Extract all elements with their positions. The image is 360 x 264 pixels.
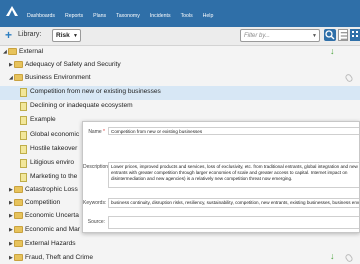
nav-dashboards[interactable]: Dashboards [27,13,55,19]
tree-row-label: Business Environment [25,74,91,81]
library-toolbar: + Library: Risk ▼ Filter by... ▼ [0,27,360,46]
arrow-down-icon[interactable]: ↓ [330,251,335,261]
filter-dropdown-icon[interactable]: ▼ [312,33,317,39]
tree-row-label: Adequacy of Safety and Security [25,61,121,68]
tree-row[interactable]: ▶ External Hazards [0,238,360,251]
tree-row[interactable]: Declining or inadequate ecosystem [0,100,360,113]
filter-placeholder: Filter by... [244,33,270,39]
tree-row[interactable]: ◢ External [0,46,360,59]
tree-row-label: Fraud, Theft and Crime [25,254,94,261]
folder-icon [14,226,23,233]
tree-row-label: Catastrophic Loss [25,186,78,193]
folder-icon [14,61,23,68]
tree-row-label: Competition from new or existing busines… [30,88,161,95]
name-field-label: Name * [88,129,105,135]
document-icon [20,116,27,125]
nav-tools[interactable]: Tools [181,13,193,19]
top-nav-bar: Dashboards Reports Plans Taxonomy Incide… [0,0,360,27]
nav-taxonomy[interactable]: Taxonomy [116,13,140,19]
library-select[interactable]: Risk ▼ [52,29,81,42]
tree-row-label: Economic and Mar [25,226,80,233]
arrow-down-icon[interactable]: ↓ [330,46,335,56]
library-select-value: Risk [56,32,70,39]
tree-row-label: Hostile takeover [30,145,78,152]
tree-row-label: External Hazards [25,240,76,247]
folder-icon [8,48,17,55]
expand-icon [340,32,348,40]
tree-row-label: External [19,48,44,55]
filter-input[interactable]: Filter by... ▼ [240,29,320,42]
nav-reports[interactable]: Reports [65,13,83,19]
grid-icon [352,31,358,37]
tree-row-label: Declining or inadequate ecosystem [30,102,133,109]
search-icon [325,30,335,40]
search-button[interactable] [324,29,336,41]
tree-row-label: Litigious enviro [30,159,74,166]
main-menu: Dashboards Reports Plans Taxonomy Incide… [27,13,213,19]
description-field-label: Description: [83,164,110,170]
tree-row-label: Marketing to the [30,173,78,180]
folder-icon [14,199,23,206]
tree-row-label: Example [30,116,56,123]
folder-icon [14,212,23,219]
tree-row-label: Economic Uncerta [25,212,79,219]
add-button[interactable]: + [3,29,14,41]
document-icon [20,102,27,111]
folder-icon [14,186,23,193]
folder-icon [14,254,23,261]
tree-row-label: Competition [25,199,61,206]
nav-incidents[interactable]: Incidents [150,13,171,19]
document-icon [20,88,27,97]
source-field[interactable] [108,216,359,229]
document-icon [20,173,27,182]
nav-help[interactable]: Help [203,13,214,19]
tree-row-label: Global economic [30,131,80,138]
document-icon [20,159,27,168]
tree-row[interactable]: ▶ Fraud, Theft and Crime [0,252,360,264]
name-field[interactable]: Competition from new or existing busines… [108,127,359,135]
chevron-down-icon: ▼ [73,33,78,39]
tree-row[interactable]: ◢ Business Environment [0,72,360,85]
expand-all-button[interactable] [338,29,348,41]
app-logo-icon[interactable] [6,6,18,16]
tree-row[interactable]: ▶ Adequacy of Safety and Security [0,59,360,72]
tree-row-selected[interactable]: Competition from new or existing busines… [0,86,360,100]
risk-detail-panel: Name * Competition from new or existing … [82,121,360,233]
grid-view-button[interactable] [350,29,360,41]
source-field-label: Source: [87,219,105,225]
folder-icon [14,74,23,81]
description-field[interactable]: Lower prices, improved products and serv… [108,162,359,188]
keywords-field[interactable]: business continuity, disruption risks, r… [108,198,359,208]
document-icon [20,145,27,154]
nav-plans[interactable]: Plans [93,13,106,19]
library-label: Library: [18,31,42,38]
keywords-field-label: Keywords: [83,200,107,206]
folder-icon [14,240,23,247]
document-icon [20,131,27,140]
